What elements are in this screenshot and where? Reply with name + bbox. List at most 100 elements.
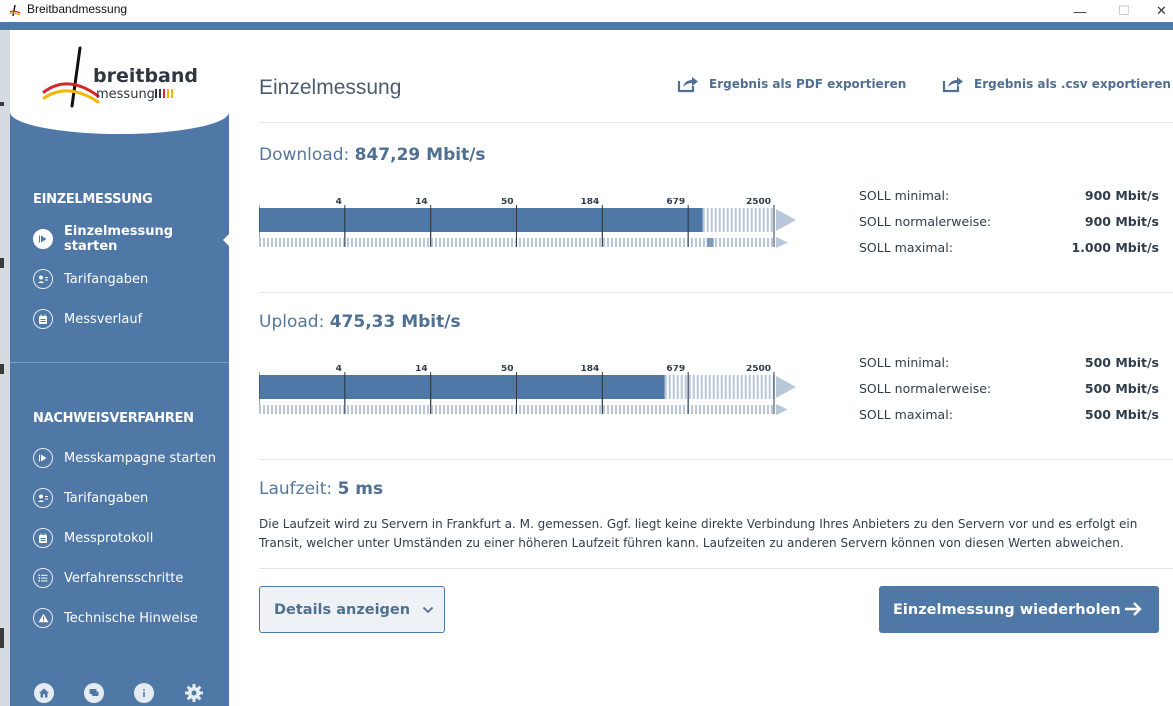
hatch-stripe (746, 208, 749, 232)
hatch-stripe (391, 238, 393, 247)
hatch-stripe (700, 375, 703, 399)
tick-label: 184 (581, 198, 600, 207)
hatch-stripe (275, 405, 277, 414)
download-speed-chart: 4 14 50 184 679 2500 (259, 198, 796, 248)
tick-label: 184 (581, 365, 600, 374)
hatch-stripe (708, 375, 711, 399)
hatch-stripe (335, 405, 337, 414)
minimize-button[interactable]: — (1066, 0, 1094, 22)
download-value: 847,29 Mbit/s (354, 145, 486, 165)
hatch-stripe (719, 238, 721, 247)
hatch-stripe (563, 405, 565, 414)
hatch-stripe (455, 405, 457, 414)
download-heading: Download: 847,29 Mbit/s (259, 145, 486, 165)
arrow-right-icon (1125, 602, 1142, 616)
close-button[interactable]: ✕ (1150, 0, 1173, 22)
hatch-stripe (724, 375, 727, 399)
hatch-stripe (523, 405, 525, 414)
hatch-stripe (355, 405, 357, 414)
download-soll-min-value: 900 Mbit/s (1084, 188, 1159, 203)
sidebar-item-tarifangaben[interactable]: Tarifangaben (33, 267, 229, 291)
hatch-stripe (699, 405, 701, 414)
hatch-stripe (711, 405, 713, 414)
upload-speed-chart: 4 14 50 184 679 2500 (259, 365, 796, 415)
title-accent-bar (0, 22, 1173, 30)
hatch-stripe (739, 238, 741, 247)
hatch-stripe (315, 238, 317, 247)
hatch-stripe (659, 405, 661, 414)
download-soll-max-value: 1.000 Mbit/s (1071, 240, 1159, 255)
hatch-stripe (407, 405, 409, 414)
hatch-stripe (263, 405, 265, 414)
info-icon[interactable] (134, 683, 154, 703)
home-icon[interactable] (34, 683, 54, 703)
export-csv-button[interactable]: Ergebnis als .csv exportieren (942, 74, 1171, 94)
hatch-stripe (631, 238, 633, 247)
hatch-stripe (671, 238, 673, 247)
hatch-stripe (731, 405, 733, 414)
hatch-stripe (762, 208, 765, 232)
logo-word-breitband: breitband (93, 65, 198, 87)
hatch-stripe (759, 405, 761, 414)
tick-label: 679 (666, 365, 685, 374)
export-pdf-button[interactable]: Ergebnis als PDF exportieren (677, 74, 906, 94)
hatch-stripe (375, 238, 377, 247)
sidebar-item-messkampagne-starten[interactable]: Messkampagne starten (33, 446, 229, 470)
sidebar-item-verfahrensschritte[interactable]: Verfahrensschritte (33, 566, 229, 590)
hatch-stripe (451, 405, 453, 414)
hatch-stripe (771, 405, 773, 414)
hatch-stripe (323, 238, 325, 247)
hatch-stripe (259, 405, 261, 414)
sidebar-item-tarifangaben-nachweis[interactable]: Tarifangaben (33, 486, 229, 510)
gear-icon[interactable] (184, 683, 204, 703)
tick-label: 4 (336, 365, 342, 374)
hatch-stripe (487, 238, 489, 247)
hatch-stripe (567, 238, 569, 247)
hatch-stripe (359, 238, 361, 247)
hatch-stripe (635, 238, 637, 247)
hatch-stripe (599, 405, 601, 414)
hatch-stripe (259, 238, 261, 247)
hatch-stripe (567, 405, 569, 414)
hatch-stripe (267, 405, 269, 414)
hatch-stripe (339, 405, 341, 414)
repeat-measurement-button[interactable]: Einzelmessung wiederholen (879, 586, 1159, 633)
hatch-stripe (555, 238, 557, 247)
hatch-stripe (279, 405, 281, 414)
download-soll-min-label: SOLL minimal: (859, 188, 950, 203)
hatch-stripe (419, 405, 421, 414)
hatch-stripe (730, 208, 733, 232)
hatch-stripe (655, 405, 657, 414)
hatch-stripe (647, 238, 649, 247)
hatch-stripe (734, 208, 737, 232)
title-bar: Breitbandmessung — ☐ ✕ (0, 0, 1173, 22)
sidebar-item-messprotokoll[interactable]: Messprotokoll (33, 526, 229, 550)
play-icon (33, 229, 53, 249)
calendar-icon (33, 528, 53, 548)
measured-bar (259, 208, 703, 232)
section-title-nachweisverfahren: NACHWEISVERFAHREN (33, 411, 194, 426)
hatch-stripe (575, 238, 577, 247)
chat-icon[interactable] (84, 683, 104, 703)
details-button[interactable]: Details anzeigen (259, 586, 445, 633)
hatch-stripe (347, 238, 349, 247)
app-window: Breitbandmessung — ☐ ✕ breitband messung (0, 0, 1173, 706)
hatch-stripe (431, 405, 433, 414)
hatch-stripe (764, 375, 767, 399)
hatch-stripe (387, 405, 389, 414)
upload-soll-normal-label: SOLL normalerweise: (859, 381, 992, 396)
hatch-stripe (507, 238, 509, 247)
hatch-stripe (311, 238, 313, 247)
maximize-button[interactable]: ☐ (1110, 0, 1138, 22)
hatch-stripe (455, 238, 457, 247)
sidebar-item-label: Verfahrensschritte (64, 570, 184, 586)
sidebar-item-einzelmessung-starten[interactable]: Einzelmessung starten (33, 224, 229, 254)
sidebar-item-messverlauf[interactable]: Messverlauf (33, 307, 229, 331)
sidebar-item-technische-hinweise[interactable]: Technische Hinweise (33, 606, 229, 630)
measured-bar (259, 375, 665, 399)
hatch-stripe (707, 405, 709, 414)
hatch-stripe (367, 238, 369, 247)
hatch-stripe (467, 238, 469, 247)
hatch-stripe (712, 375, 715, 399)
hatch-stripe (695, 405, 697, 414)
